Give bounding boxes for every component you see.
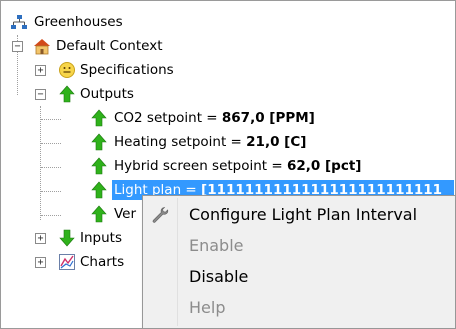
expand-toggle[interactable]: + — [35, 257, 46, 268]
tree-node-label: Default Context — [56, 38, 163, 54]
up-arrow-icon — [91, 133, 107, 151]
tree-node-charts[interactable]: + Charts — [0, 250, 140, 274]
output-co2-setpoint[interactable]: CO2 setpoint = 867,0 [PPM] — [0, 106, 450, 130]
expand-toggle[interactable]: + — [35, 65, 46, 76]
tree-node-label: Outputs — [80, 86, 134, 102]
menu-item-label: Disable — [189, 267, 249, 286]
tree-node-specifications[interactable]: + Specifications — [0, 58, 300, 82]
output-value: 867,0 [PPM] — [221, 110, 315, 126]
up-arrow-icon — [91, 157, 107, 175]
output-name: Ver — [114, 206, 137, 222]
network-icon — [11, 15, 27, 29]
output-name: Hybrid screen setpoint = — [114, 158, 287, 174]
house-icon — [34, 39, 50, 55]
tree-node-label: Charts — [80, 254, 125, 270]
collapse-toggle[interactable]: − — [35, 89, 46, 100]
tree-node-greenhouses[interactable]: Greenhouses — [0, 10, 300, 34]
up-arrow-icon — [91, 205, 107, 223]
output-value: 21,0 [C] — [246, 134, 307, 150]
smiley-icon — [59, 62, 75, 78]
tree-node-outputs[interactable]: − Outputs — [0, 82, 300, 106]
collapse-toggle[interactable]: − — [12, 41, 23, 52]
tree-node-label: Inputs — [80, 230, 122, 246]
output-heating-setpoint[interactable]: Heating setpoint = 21,0 [C] — [0, 130, 450, 154]
up-arrow-icon — [59, 85, 75, 103]
expand-toggle[interactable]: + — [35, 233, 46, 244]
wrench-icon — [152, 206, 169, 223]
menu-item-label: Help — [189, 298, 226, 317]
output-name: Heating setpoint = — [114, 134, 247, 150]
menu-item-label: Enable — [189, 236, 244, 255]
up-arrow-icon — [91, 109, 107, 127]
chart-icon — [59, 254, 75, 270]
menu-item-label: Configure Light Plan Interval — [189, 205, 418, 224]
output-ventilation[interactable]: Ver — [0, 202, 140, 226]
tree-node-label: Greenhouses — [34, 14, 123, 30]
tree-node-inputs[interactable]: + Inputs — [0, 226, 140, 250]
tree-node-default-context[interactable]: − Default Context — [0, 34, 300, 58]
menu-item-help[interactable]: Help — [143, 293, 455, 323]
output-name: CO2 setpoint = — [114, 110, 222, 126]
menu-item-enable[interactable]: Enable — [143, 231, 455, 261]
menu-item-configure-light-plan-interval[interactable]: Configure Light Plan Interval — [143, 200, 455, 230]
down-arrow-icon — [59, 229, 75, 247]
context-menu: Configure Light Plan Interval Enable Dis… — [142, 195, 456, 329]
menu-item-disable[interactable]: Disable — [143, 262, 455, 292]
output-hybrid-screen-setpoint[interactable]: Hybrid screen setpoint = 62,0 [pct] — [0, 154, 450, 178]
up-arrow-icon — [91, 181, 107, 199]
output-value: 62,0 [pct] — [287, 158, 362, 174]
tree-node-label: Specifications — [80, 62, 174, 78]
